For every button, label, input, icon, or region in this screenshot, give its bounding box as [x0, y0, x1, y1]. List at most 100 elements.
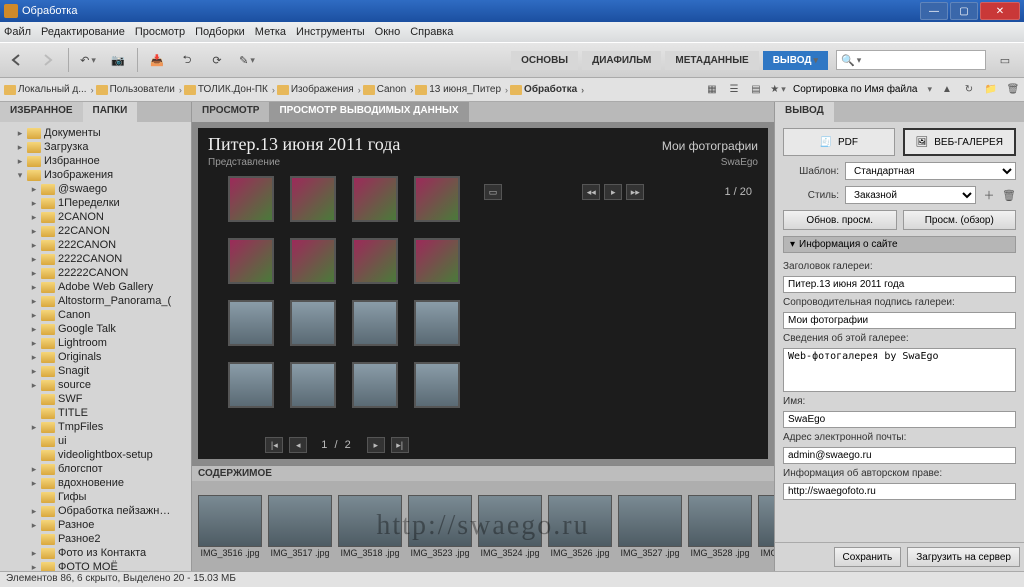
view-tab-ОСНОВЫ[interactable]: ОСНОВЫ: [511, 51, 578, 70]
view-tab-МЕТАДАННЫЕ[interactable]: МЕТАДАННЫЕ: [665, 51, 758, 70]
gallery-thumb[interactable]: [414, 176, 460, 222]
tree-caret-icon[interactable]: ▸: [30, 562, 38, 572]
copyright-input[interactable]: [783, 483, 1016, 500]
filmstrip-thumb[interactable]: [338, 495, 402, 547]
tree-item[interactable]: ▸вдохновение: [2, 476, 189, 490]
breadcrumb-item[interactable]: 13 июня_Питер›: [415, 84, 508, 95]
tree-item[interactable]: ▸2CANON: [2, 210, 189, 224]
menu-Инструменты[interactable]: Инструменты: [296, 26, 365, 38]
prev-page-button[interactable]: ◂: [289, 437, 307, 453]
boomerang-button[interactable]: ⮌: [176, 49, 198, 71]
breadcrumb-item[interactable]: Canon›: [363, 84, 413, 95]
tree-item[interactable]: videolightbox-setup: [2, 448, 189, 462]
filter-reset-icon[interactable]: ↻: [962, 83, 976, 97]
gallery-title-input[interactable]: [783, 276, 1016, 293]
camera-button[interactable]: 📥: [146, 49, 168, 71]
email-input[interactable]: [783, 447, 1016, 464]
view-tab-ВЫВОД[interactable]: ВЫВОД▾: [763, 51, 828, 70]
tree-item[interactable]: ▸Lightroom: [2, 336, 189, 350]
filmstrip-thumb[interactable]: [408, 495, 472, 547]
nav-back-button[interactable]: [8, 49, 30, 71]
gallery-thumb[interactable]: [228, 238, 274, 284]
tree-caret-icon[interactable]: ▸: [30, 240, 38, 251]
gallery-thumb[interactable]: [414, 362, 460, 408]
left-tab-ИЗБРАННОЕ[interactable]: ИЗБРАННОЕ: [0, 102, 83, 122]
tree-caret-icon[interactable]: ▸: [30, 198, 38, 209]
edit-button[interactable]: ✎▾: [236, 49, 258, 71]
gallery-thumb[interactable]: [228, 300, 274, 346]
slideshow-button[interactable]: ▭: [484, 184, 502, 200]
refresh-preview-button[interactable]: Обнов. просм.: [783, 210, 897, 230]
refine-button[interactable]: ⟳: [206, 49, 228, 71]
menu-Подборки[interactable]: Подборки: [195, 26, 245, 38]
filmstrip-item[interactable]: IMG_3518 .jpg: [338, 495, 402, 559]
filmstrip-item[interactable]: IMG_3527 .jpg: [618, 495, 682, 559]
maximize-button[interactable]: ▢: [950, 2, 978, 20]
sort-label[interactable]: Сортировка по Имя файла: [793, 84, 917, 95]
tree-item[interactable]: ▸ФОТО МОЁ: [2, 560, 189, 571]
tree-caret-icon[interactable]: ▸: [30, 338, 38, 349]
reveal-button[interactable]: 📷: [107, 49, 129, 71]
tree-caret-icon[interactable]: ▸: [16, 156, 24, 167]
output-tab[interactable]: ВЫВОД: [775, 102, 834, 122]
tree-item[interactable]: ▸222CANON: [2, 238, 189, 252]
tree-caret-icon[interactable]: ▸: [16, 142, 24, 153]
gallery-thumb[interactable]: [290, 362, 336, 408]
first-page-button[interactable]: |◂: [265, 437, 283, 453]
menu-Файл[interactable]: Файл: [4, 26, 31, 38]
tree-caret-icon[interactable]: ▸: [30, 282, 38, 293]
tree-item[interactable]: ▾Изображения: [2, 168, 189, 182]
tree-caret-icon[interactable]: ▸: [30, 324, 38, 335]
tree-item[interactable]: ▸22222CANON: [2, 266, 189, 280]
img-next-button[interactable]: ▸▸: [626, 184, 644, 200]
tree-item[interactable]: ▸2222CANON: [2, 252, 189, 266]
filmstrip-thumb[interactable]: [548, 495, 612, 547]
filmstrip-thumb[interactable]: [478, 495, 542, 547]
tree-caret-icon[interactable]: ▸: [30, 548, 38, 559]
view-grid-icon[interactable]: ▦: [705, 83, 719, 97]
tree-item[interactable]: ▸блогспот: [2, 462, 189, 476]
sort-asc-icon[interactable]: ▲: [940, 83, 954, 97]
tree-item[interactable]: ▸@swaego: [2, 182, 189, 196]
tree-caret-icon[interactable]: ▸: [30, 380, 38, 391]
breadcrumb-item[interactable]: Изображения›: [277, 84, 361, 95]
tree-item[interactable]: ▸Originals: [2, 350, 189, 364]
nav-forward-button[interactable]: [38, 49, 60, 71]
last-page-button[interactable]: ▸|: [391, 437, 409, 453]
tree-caret-icon[interactable]: ▸: [30, 506, 38, 517]
tree-item[interactable]: ▸Обработка пейзажн…: [2, 504, 189, 518]
breadcrumb-item[interactable]: Обработка›: [510, 84, 584, 95]
gallery-thumb[interactable]: [352, 362, 398, 408]
gallery-thumb[interactable]: [352, 238, 398, 284]
style-select[interactable]: Заказной: [845, 186, 976, 204]
pdf-format-button[interactable]: 🧾PDF: [783, 128, 895, 156]
view-tab-ДИАФИЛЬМ[interactable]: ДИАФИЛЬМ: [582, 51, 661, 70]
tree-item[interactable]: ▸Загрузка: [2, 140, 189, 154]
filmstrip-thumb[interactable]: [198, 495, 262, 547]
template-select[interactable]: Стандартная: [845, 162, 1016, 180]
new-style-icon[interactable]: ＋: [982, 188, 996, 202]
view-details-icon[interactable]: ☰: [727, 83, 741, 97]
browser-preview-button[interactable]: Просм. (обзор): [903, 210, 1017, 230]
gallery-thumb[interactable]: [352, 300, 398, 346]
filmstrip-item[interactable]: IMG_3529 .jpg: [758, 495, 774, 559]
compact-mode-button[interactable]: ▭: [994, 49, 1016, 71]
upload-button[interactable]: Загрузить на сервер: [907, 547, 1020, 567]
tree-item[interactable]: ▸Разное: [2, 518, 189, 532]
folder-tree[interactable]: ▸Документы▸Загрузка▸Избранное▾Изображени…: [0, 122, 191, 571]
menu-Просмотр[interactable]: Просмотр: [135, 26, 185, 38]
gallery-thumb[interactable]: [290, 176, 336, 222]
filmstrip-item[interactable]: IMG_3517 .jpg: [268, 495, 332, 559]
tree-caret-icon[interactable]: ▸: [30, 212, 38, 223]
tree-item[interactable]: Гифы: [2, 490, 189, 504]
trash-icon[interactable]: 🗑: [1006, 83, 1020, 97]
preview-tab[interactable]: ПРОСМОТР: [192, 102, 269, 122]
tree-caret-icon[interactable]: ▸: [30, 226, 38, 237]
gallery-thumb[interactable]: [414, 300, 460, 346]
filmstrip-item[interactable]: IMG_3524 .jpg: [478, 495, 542, 559]
gallery-thumb[interactable]: [414, 238, 460, 284]
filmstrip-thumb[interactable]: [758, 495, 774, 547]
tree-caret-icon[interactable]: ▸: [30, 520, 38, 531]
tree-item[interactable]: ▸Snagit: [2, 364, 189, 378]
new-folder-icon[interactable]: 📁: [984, 83, 998, 97]
